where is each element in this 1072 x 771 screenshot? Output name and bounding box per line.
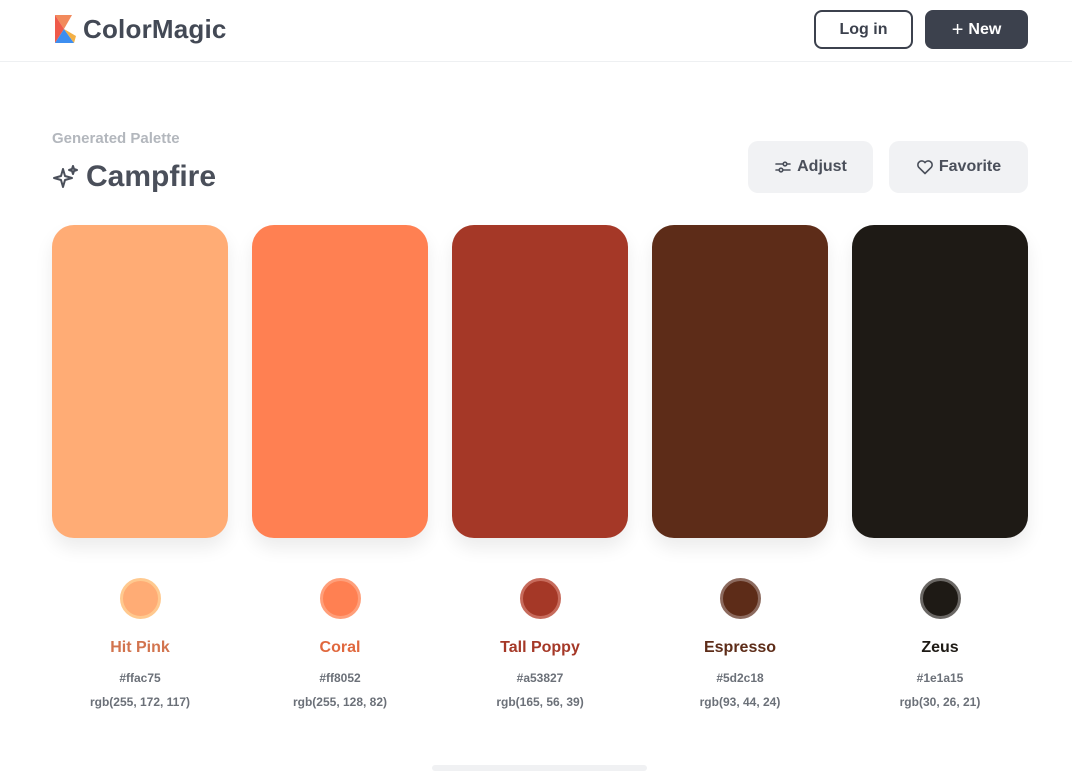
color-swatch[interactable] [452,225,628,538]
color-hex[interactable]: #ff8052 [252,671,428,685]
color-dot[interactable] [719,578,761,619]
color-hex[interactable]: #5d2c18 [652,671,828,685]
palette-title-text: Campfire [86,160,217,193]
color-dot[interactable] [119,578,161,619]
color-name: Espresso [703,639,777,656]
color-name: Hit Pink [110,639,170,656]
login-button[interactable]: Log in [814,10,913,49]
color-swatch[interactable] [852,225,1028,538]
color-rgb[interactable]: rgb(93, 44, 24) [652,695,828,709]
color-name: Tall Poppy [500,639,580,656]
palette-subtitle: Generated Palette [52,130,180,147]
color-rgb[interactable]: rgb(255, 128, 82) [252,695,428,709]
color-dot[interactable] [319,578,361,619]
color-hex[interactable]: #ffac75 [52,671,228,685]
brand-name: ColorMagic [83,14,227,44]
favorite-button[interactable]: Favorite [889,141,1028,193]
bottom-panel-edge [432,765,647,771]
color-hex[interactable]: #a53827 [452,671,628,685]
color-name: Zeus [921,639,959,656]
color-info: Espresso #5d2c18 rgb(93, 44, 24) [652,578,828,709]
palette-title: Campfire [52,160,216,194]
adjust-label: Adjust [797,158,847,175]
color-hex[interactable]: #1e1a15 [852,671,1028,685]
new-button-label: New [968,20,1002,38]
color-name: Coral [319,639,361,656]
color-rgb[interactable]: rgb(165, 56, 39) [452,695,628,709]
brand-logo[interactable]: ColorMagic [52,14,227,45]
new-palette-button[interactable]: + New [925,10,1028,49]
color-swatch[interactable] [252,225,428,538]
color-info: Hit Pink #ffac75 rgb(255, 172, 117) [52,578,228,709]
color-swatch[interactable] [52,225,228,538]
color-swatch[interactable] [652,225,828,538]
color-info: Tall Poppy #a53827 rgb(165, 56, 39) [452,578,628,709]
color-rgb[interactable]: rgb(30, 26, 21) [852,695,1028,709]
color-rgb[interactable]: rgb(255, 172, 117) [52,695,228,709]
color-dot[interactable] [519,578,561,619]
sliders-icon [775,161,791,173]
color-info: Zeus #1e1a15 rgb(30, 26, 21) [852,578,1028,709]
heart-icon [916,160,933,175]
top-bar: ColorMagic Log in + New [0,0,1072,62]
color-dot[interactable] [919,578,961,619]
adjust-button[interactable]: Adjust [748,141,873,193]
color-info: Coral #ff8052 rgb(255, 128, 82) [252,578,428,709]
favorite-label: Favorite [938,158,1002,175]
colormagic-logo-icon [55,15,76,43]
plus-icon: + [951,18,964,41]
sparkles-icon [53,165,78,188]
